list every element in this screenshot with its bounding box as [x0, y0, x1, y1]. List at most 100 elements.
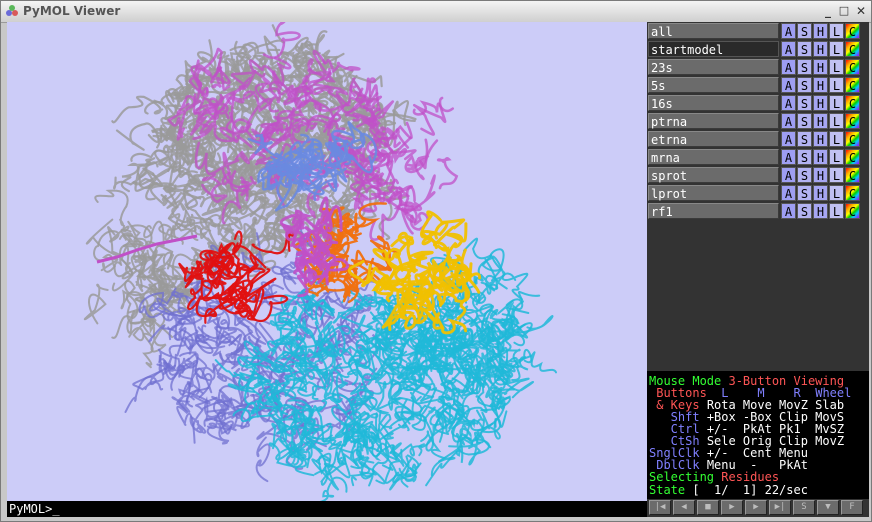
object-name-rf1[interactable]: rf1 [648, 203, 779, 219]
action-button-startmodel[interactable]: A [781, 41, 796, 57]
fullscreen-icon[interactable]: F [841, 500, 863, 515]
play-icon[interactable]: ▶ [721, 500, 743, 515]
object-name-startmodel[interactable]: startmodel [648, 41, 779, 57]
state-value: [ 1/ 1] 22/sec [692, 483, 808, 497]
show-button-ptrna[interactable]: S [797, 113, 812, 129]
label-button-lprot[interactable]: L [829, 185, 844, 201]
action-button-lprot[interactable]: A [781, 185, 796, 201]
hide-button-16s[interactable]: H [813, 95, 828, 111]
label-button-sprot[interactable]: L [829, 167, 844, 183]
object-row-mrna: mrna A S H L C [647, 149, 867, 166]
label-button-16s[interactable]: L [829, 95, 844, 111]
hide-button-etrna[interactable]: H [813, 131, 828, 147]
color-button-startmodel[interactable]: C [845, 41, 860, 57]
selecting-label: Selecting [649, 470, 715, 484]
hide-button-23s[interactable]: H [813, 59, 828, 75]
hide-button-mrna[interactable]: H [813, 149, 828, 165]
object-row-ptrna: ptrna A S H L C [647, 113, 867, 130]
action-button-16s[interactable]: A [781, 95, 796, 111]
step-forward-icon[interactable]: ▶ [745, 500, 767, 515]
show-button-startmodel[interactable]: S [797, 41, 812, 57]
show-button-sprot[interactable]: S [797, 167, 812, 183]
title-bar[interactable]: PyMOL Viewer _ □ ✕ [1, 1, 871, 23]
hide-button-ptrna[interactable]: H [813, 113, 828, 129]
object-name-16s[interactable]: 16s [648, 95, 779, 111]
object-row-all: all A S H L C [647, 23, 867, 40]
object-name-5s[interactable]: 5s [648, 77, 779, 93]
color-button-ptrna[interactable]: C [845, 113, 860, 129]
color-button-all[interactable]: C [845, 23, 860, 39]
molecular-viewport[interactable] [7, 22, 647, 501]
pymol-window: PyMOL Viewer _ □ ✕ PyMOL>_ all A S H L Cstart… [0, 0, 872, 522]
mouse-mode-panel[interactable]: Mouse Mode 3-Button Viewing Buttons L M … [647, 371, 869, 499]
maximize-button[interactable]: □ [837, 4, 851, 18]
label-button-mrna[interactable]: L [829, 149, 844, 165]
object-row-etrna: etrna A S H L C [647, 131, 867, 148]
label-button-23s[interactable]: L [829, 59, 844, 75]
close-button[interactable]: ✕ [854, 4, 868, 18]
stop-icon[interactable]: ■ [697, 500, 719, 515]
selecting-value: Residues [721, 470, 780, 484]
object-name-ptrna[interactable]: ptrna [648, 113, 779, 129]
object-name-lprot[interactable]: lprot [648, 185, 779, 201]
hide-button-rf1[interactable]: H [813, 203, 828, 219]
show-button-16s[interactable]: S [797, 95, 812, 111]
action-button-23s[interactable]: A [781, 59, 796, 75]
command-line-input[interactable]: PyMOL>_ [7, 501, 647, 517]
show-button-etrna[interactable]: S [797, 131, 812, 147]
object-name-mrna[interactable]: mrna [648, 149, 779, 165]
selecting-line[interactable]: Selecting Residues [649, 471, 779, 483]
forward-end-icon[interactable]: ▶| [769, 500, 791, 515]
label-button-ptrna[interactable]: L [829, 113, 844, 129]
show-button-lprot[interactable]: S [797, 185, 812, 201]
step-back-icon[interactable]: ◀ [673, 500, 695, 515]
color-button-sprot[interactable]: C [845, 167, 860, 183]
color-button-mrna[interactable]: C [845, 149, 860, 165]
label-button-5s[interactable]: L [829, 77, 844, 93]
object-name-sprot[interactable]: sprot [648, 167, 779, 183]
object-row-23s: 23s A S H L C [647, 59, 867, 76]
color-button-lprot[interactable]: C [845, 185, 860, 201]
action-button-etrna[interactable]: A [781, 131, 796, 147]
object-row-rf1: rf1 A S H L C [647, 203, 867, 220]
state-line: State [ 1/ 1] 22/sec [649, 484, 808, 496]
action-button-ptrna[interactable]: A [781, 113, 796, 129]
action-button-5s[interactable]: A [781, 77, 796, 93]
label-button-all[interactable]: L [829, 23, 844, 39]
show-button-5s[interactable]: S [797, 77, 812, 93]
color-button-16s[interactable]: C [845, 95, 860, 111]
minimize-button[interactable]: _ [821, 4, 835, 18]
object-name-23s[interactable]: 23s [648, 59, 779, 75]
show-button-all[interactable]: S [797, 23, 812, 39]
object-row-sprot: sprot A S H L C [647, 167, 867, 184]
action-button-all[interactable]: A [781, 23, 796, 39]
action-button-sprot[interactable]: A [781, 167, 796, 183]
show-button-23s[interactable]: S [797, 59, 812, 75]
hide-button-startmodel[interactable]: H [813, 41, 828, 57]
dropdown-icon[interactable]: ▼ [817, 500, 839, 515]
color-button-5s[interactable]: C [845, 77, 860, 93]
hide-button-lprot[interactable]: H [813, 185, 828, 201]
object-name-all[interactable]: all [648, 23, 779, 39]
show-button-rf1[interactable]: S [797, 203, 812, 219]
object-panel: all A S H L Cstartmodel A S H L C 23s A S H L C 5s A S H L C 16… [647, 22, 869, 517]
color-button-23s[interactable]: C [845, 59, 860, 75]
scene-icon[interactable]: S [793, 500, 815, 515]
label-button-rf1[interactable]: L [829, 203, 844, 219]
action-button-mrna[interactable]: A [781, 149, 796, 165]
color-button-rf1[interactable]: C [845, 203, 860, 219]
label-button-startmodel[interactable]: L [829, 41, 844, 57]
rewind-icon[interactable]: |◀ [649, 500, 671, 515]
label-button-etrna[interactable]: L [829, 131, 844, 147]
pymol-app-icon [6, 5, 18, 16]
ribosome-structure-render [83, 22, 557, 501]
hide-button-5s[interactable]: H [813, 77, 828, 93]
color-button-etrna[interactable]: C [845, 131, 860, 147]
object-row-startmodel: startmodel A S H L C [647, 41, 867, 58]
object-name-etrna[interactable]: etrna [648, 131, 779, 147]
show-button-mrna[interactable]: S [797, 149, 812, 165]
hide-button-sprot[interactable]: H [813, 167, 828, 183]
hide-button-all[interactable]: H [813, 23, 828, 39]
object-row-lprot: lprot A S H L C [647, 185, 867, 202]
action-button-rf1[interactable]: A [781, 203, 796, 219]
